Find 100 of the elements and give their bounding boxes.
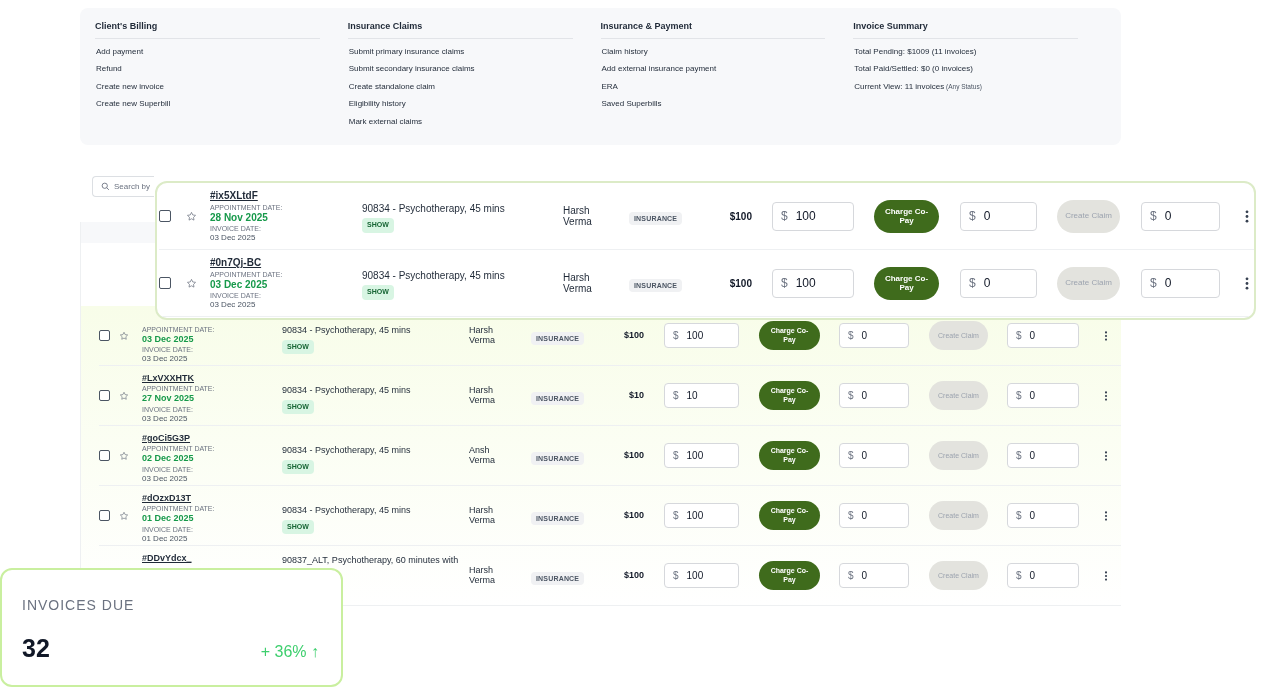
amount-text: $100 <box>729 276 752 291</box>
service-text: 90834 - Psychotherapy, 45 mins <box>282 386 411 396</box>
service-text: 90837_ALT, Psychotherapy, 60 minutes with <box>282 556 459 566</box>
stat-label: INVOICES DUE <box>22 596 136 615</box>
stat-change: + 36% ↑ <box>260 641 319 662</box>
amount-text: $100 <box>623 328 644 342</box>
service-text: 90834 - Psychotherapy, 45 mins <box>282 446 411 456</box>
more-icon[interactable] <box>1104 570 1108 581</box>
more-icon[interactable] <box>1104 330 1108 341</box>
appointment-date: 03 Dec 2025 <box>142 333 195 344</box>
amount-field[interactable]: $ 100 <box>664 503 739 528</box>
amount-field[interactable]: $ 0 <box>960 201 1037 231</box>
invoice-date: 01 Dec 2025 <box>142 533 189 543</box>
appointment-date: 02 Dec 2025 <box>142 453 195 464</box>
menu-link[interactable]: Refund <box>96 64 320 75</box>
amount-field[interactable]: $ 100 <box>664 563 739 588</box>
star-icon[interactable] <box>119 330 129 341</box>
provider-name: Harsh Verma <box>469 385 496 406</box>
row-checkbox[interactable] <box>99 450 110 461</box>
more-icon[interactable] <box>1104 450 1108 461</box>
menu-link[interactable]: ERA <box>601 81 826 92</box>
amount-text: $10 <box>628 388 644 402</box>
star-icon[interactable] <box>186 210 197 222</box>
provider-name: Harsh Verma <box>469 505 496 526</box>
provider-name: Harsh Verma <box>563 205 593 227</box>
amount-field[interactable]: $ 0 <box>839 443 909 468</box>
menu-link[interactable]: Saved Superbills <box>601 99 826 110</box>
menu-link[interactable]: Add external insurance payment <box>601 64 826 75</box>
search-icon <box>101 182 110 191</box>
amount-field[interactable]: $ 0 <box>839 563 909 588</box>
menu-link[interactable]: Total Pending: $1009 (11 invoices) <box>854 46 1078 57</box>
amount-field[interactable]: $ 0 <box>839 323 909 348</box>
amount-field[interactable]: $ 0 <box>839 503 909 528</box>
more-icon[interactable] <box>1245 276 1249 290</box>
appointment-date: 28 Nov 2025 <box>210 211 269 224</box>
row-checkbox[interactable] <box>159 277 171 289</box>
amount-field[interactable]: $ 0 <box>1141 268 1220 298</box>
stat-value: 32 <box>22 633 50 664</box>
amount-text: $100 <box>623 568 644 582</box>
menu-link[interactable]: Claim history <box>601 46 826 57</box>
amount-field[interactable]: $ 0 <box>1141 201 1220 231</box>
service-text: 90834 - Psychotherapy, 45 mins <box>362 270 505 281</box>
amount-text: $100 <box>729 209 752 224</box>
amount-field[interactable]: $ 0 <box>1007 443 1079 468</box>
invoice-date: 03 Dec 2025 <box>210 233 257 243</box>
invoice-link[interactable]: #0n7Qj-BC <box>210 257 362 269</box>
star-icon[interactable] <box>186 277 197 289</box>
row-checkbox[interactable] <box>99 390 110 401</box>
invoice-link[interactable]: #LxVXXHTK <box>142 373 282 384</box>
amount-field[interactable]: $ 0 <box>1007 383 1079 408</box>
provider-name: Harsh Verma <box>469 565 496 586</box>
menu-link[interactable]: Mark external claims <box>348 116 573 127</box>
service-text: 90834 - Psychotherapy, 45 mins <box>282 326 411 336</box>
provider-name: Harsh Verma <box>563 272 593 294</box>
invoice-link[interactable]: #goCi5G3P <box>142 433 282 444</box>
invoice-date: 03 Dec 2025 <box>142 353 189 364</box>
amount-field[interactable]: $ 100 <box>772 268 854 298</box>
star-icon[interactable] <box>119 450 129 461</box>
amount-field[interactable]: $ 0 <box>1007 503 1079 528</box>
more-icon[interactable] <box>1245 209 1249 223</box>
menu-link[interactable]: Create new invoice <box>96 81 320 92</box>
row-checkbox[interactable] <box>99 510 110 521</box>
appointment-date: 01 Dec 2025 <box>142 513 195 524</box>
menu-link[interactable]: Eligibility history <box>348 99 573 110</box>
amount-field[interactable]: $ 0 <box>1007 323 1079 348</box>
amount-field[interactable]: $ 100 <box>664 443 739 468</box>
invoice-link[interactable]: #ix5XLtdF <box>210 190 362 202</box>
invoice-date: 03 Dec 2025 <box>142 413 189 423</box>
amount-field[interactable]: $ 100 <box>664 323 739 348</box>
star-icon[interactable] <box>119 390 129 401</box>
menu-link[interactable]: Submit secondary insurance claims <box>348 64 573 75</box>
menu-link[interactable]: Create new Superbill <box>96 99 320 110</box>
amount-field[interactable]: $ 0 <box>839 383 909 408</box>
amount-field[interactable]: $ 0 <box>960 268 1037 298</box>
provider-name: Ansh Verma <box>469 445 496 466</box>
amount-field[interactable]: $ 10 <box>664 383 739 408</box>
charge-copay-button[interactable]: Charge Co-Pay <box>874 266 939 300</box>
menu-link[interactable]: Submit primary insurance claims <box>348 46 573 57</box>
row-checkbox[interactable] <box>159 210 171 222</box>
amount-field[interactable]: $ 100 <box>772 201 854 231</box>
more-icon[interactable] <box>1104 510 1108 521</box>
invoice-link[interactable]: #dOzxD13T <box>142 493 282 504</box>
invoice-date: 03 Dec 2025 <box>142 473 189 483</box>
more-icon[interactable] <box>1104 390 1108 401</box>
menu-link[interactable]: Total Paid/Settled: $0 (0 invoices) <box>854 64 1078 75</box>
invoice-link[interactable]: #DDvYdcx_ <box>142 553 282 564</box>
menu-link[interactable]: Create standalone claim <box>348 81 573 92</box>
star-icon[interactable] <box>119 510 129 521</box>
service-text: 90834 - Psychotherapy, 45 mins <box>362 203 505 214</box>
section-title: Insurance Claims <box>347 20 573 39</box>
search-field[interactable]: Search by <box>92 176 154 197</box>
menu-link[interactable]: Add payment <box>96 46 320 57</box>
amount-text: $100 <box>623 508 644 522</box>
section-title: Insurance & Payment <box>600 20 826 39</box>
appointment-date: 27 Nov 2025 <box>142 393 196 404</box>
section-title: Invoice Summary <box>853 20 1078 39</box>
charge-copay-button[interactable]: Charge Co-Pay <box>874 199 939 233</box>
row-checkbox[interactable] <box>99 330 110 341</box>
section-title: Client's Billing <box>95 20 320 39</box>
amount-field[interactable]: $ 0 <box>1007 563 1079 588</box>
